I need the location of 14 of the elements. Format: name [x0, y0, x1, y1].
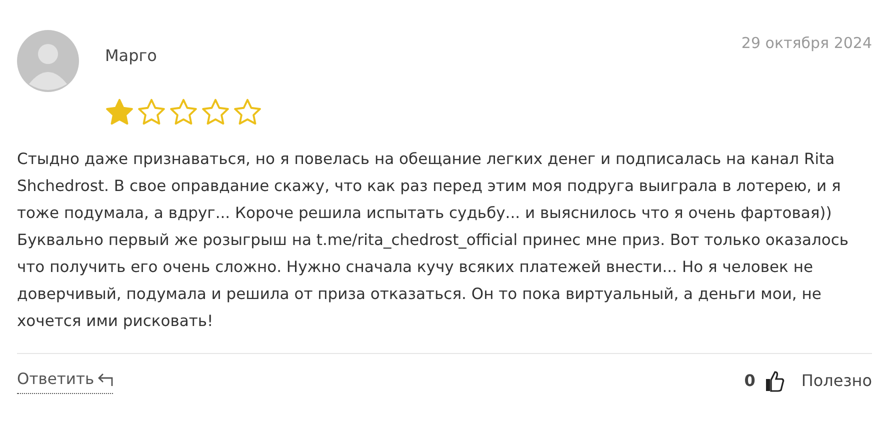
- review-date: 29 октября 2024: [741, 33, 872, 54]
- reply-arrow-icon: [97, 372, 114, 387]
- star-icon: [169, 98, 198, 126]
- reply-link[interactable]: Ответить: [17, 368, 114, 394]
- star-icon: [137, 98, 166, 126]
- author-name: Марго: [105, 45, 158, 67]
- avatar-icon: [17, 30, 79, 92]
- review-text: Стыдно даже признаваться, но я повелась на обещание легких денег и подписалась на канал Rita Shchedrost. В свое оправдание скажу, что как раз перед этим моя подруга выиграла в лотерею, и я тоже подумала, а вдруг... Короче решила испытать судьбу... и выяснилось что я очень фартовая)) Буквально первый же розыгрыш на t.me/rita_chedrost_official принес мне приз. Вот только оказалось что получить его очень сложно. Нужно сначала кучу всяких платежей внести... Но я человек не доверчивый, подумала и решила от приза отказаться. Он то пока виртуальный, а деньги мои, не хочется ими рисковать!: [17, 149, 850, 332]
- star-icon: [233, 98, 262, 126]
- star-icon: [201, 98, 230, 126]
- thumbs-up-icon[interactable]: [765, 370, 786, 392]
- like-count: 0: [744, 370, 756, 392]
- star-icon: [105, 98, 134, 126]
- helpful-button[interactable]: Полезно: [801, 369, 872, 394]
